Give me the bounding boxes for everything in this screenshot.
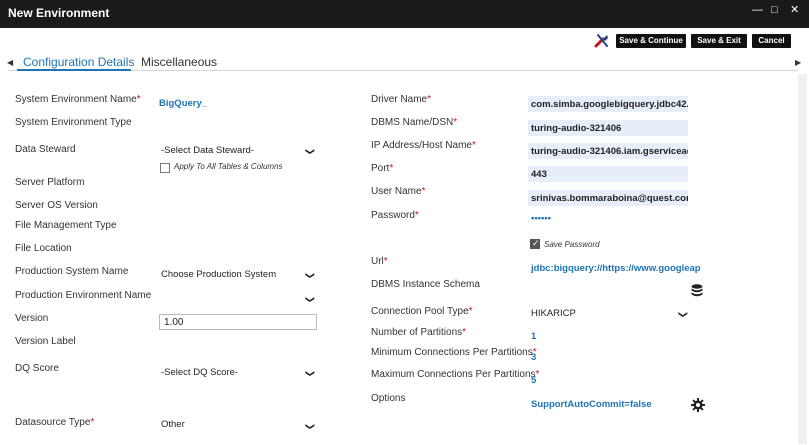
title-bar: New Environment — □ ✕ [0,0,809,28]
close-button[interactable]: ✕ [790,4,799,16]
production-env-name-label: Production Environment Name [15,290,152,301]
dbms-name-value[interactable]: turing-audio-321406 [531,123,688,134]
version-label-label: Version Label [15,336,76,347]
version-input[interactable]: 1.00 [159,314,317,330]
max-connections-label: Maximum Connections Per Partitions* [371,369,540,380]
system-env-name-label: System Environment Name* [15,94,141,105]
system-env-type-label: System Environment Type [15,117,132,128]
user-name-value[interactable]: srinivas.bommaraboina@quest.com [531,193,688,204]
options-value[interactable]: SupportAutoCommit=false [531,399,652,410]
production-system-select[interactable]: Choose Production System [161,269,276,280]
apply-all-label: Apply To All Tables & Columns [174,162,283,171]
driver-name-label: Driver Name* [371,94,432,105]
file-location-label: File Location [15,243,72,254]
server-platform-label: Server Platform [15,177,85,188]
vertical-scrollbar[interactable] [798,74,807,444]
max-connections-value[interactable]: 5 [531,375,536,386]
dbms-name-label: DBMS Name/DSN* [371,117,458,128]
chevron-down-icon[interactable]: ❯ [304,296,315,304]
options-label: Options [371,393,406,404]
connection-pool-type-label: Connection Pool Type* [371,306,473,317]
chevron-down-icon[interactable]: ❯ [304,148,315,156]
ip-address-value[interactable]: turing-audio-321406.iam.gserviceacc [531,146,688,157]
datasource-type-label: Datasource Type* [15,417,95,428]
minimize-button[interactable]: — [752,4,763,16]
url-value[interactable]: jdbc:bigquery://https://www.googleap [531,263,701,274]
cancel-button[interactable]: Cancel [752,34,791,48]
password-label: Password* [371,210,419,221]
window-title: New Environment [8,6,110,20]
chevron-down-icon[interactable]: ❯ [304,423,315,431]
maximize-button[interactable]: □ [771,4,778,16]
data-steward-select[interactable]: -Select Data Steward- [161,145,254,156]
datasource-type-select[interactable]: Other [161,419,185,430]
password-value[interactable]: •••••• [531,213,551,224]
number-of-partitions-value[interactable]: 1 [531,331,536,342]
tab-configuration-details[interactable]: Configuration Details [23,55,134,69]
user-name-label: User Name* [371,186,426,197]
number-of-partitions-label: Number of Partitions* [371,327,467,338]
apply-all-checkbox[interactable] [160,163,170,173]
tab-miscellaneous[interactable]: Miscellaneous [141,55,217,69]
production-system-name-label: Production System Name [15,266,129,277]
dq-score-label: DQ Score [15,363,59,374]
version-label: Version [15,313,49,324]
min-connections-value[interactable]: 3 [531,352,536,363]
database-icon[interactable] [691,284,703,301]
tab-scroll-left-icon[interactable]: ◀ [7,58,13,67]
tab-scroll-right-icon[interactable]: ▶ [795,58,801,67]
data-steward-label: Data Steward [15,144,76,155]
gear-icon[interactable] [691,398,705,415]
chevron-down-icon[interactable]: ❯ [304,272,315,280]
dbms-instance-schema-label: DBMS Instance Schema [371,279,480,290]
system-env-name-value[interactable]: BigQuery_ [159,98,207,109]
file-mgmt-type-label: File Management Type [15,220,117,231]
chevron-down-icon[interactable]: ❯ [677,311,688,319]
port-value[interactable]: 443 [531,169,688,180]
save-password-label: Save Password [544,240,600,249]
min-connections-label: Minimum Connections Per Partitions* [371,347,537,358]
tools-icon[interactable] [594,33,610,49]
port-label: Port* [371,163,394,174]
active-tab-indicator [17,69,131,71]
save-continue-button[interactable]: Save & Continue [616,34,686,48]
server-os-version-label: Server OS Version [15,200,98,211]
url-label: Url* [371,256,388,267]
chevron-down-icon[interactable]: ❯ [304,370,315,378]
ip-address-label: IP Address/Host Name* [371,140,476,151]
save-password-checkbox[interactable] [530,238,540,249]
driver-name-value[interactable]: com.simba.googlebigquery.jdbc42.Dr [531,99,688,110]
save-exit-button[interactable]: Save & Exit [691,34,747,48]
connection-pool-select[interactable]: HIKARICP [531,308,576,319]
dq-score-select[interactable]: -Select DQ Score- [161,367,238,378]
